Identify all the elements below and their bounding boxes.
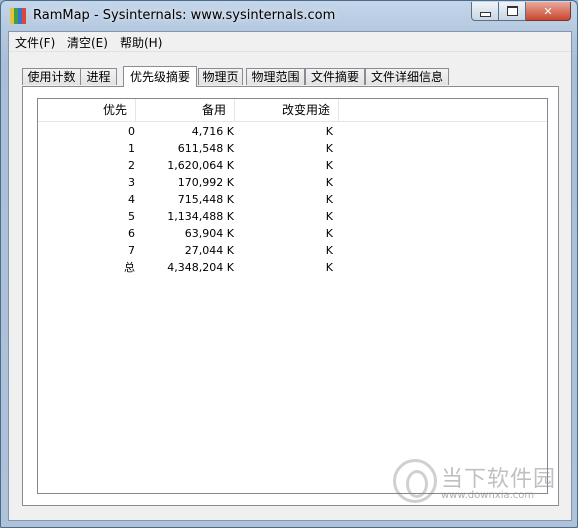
priority-cell: 6 [128, 227, 135, 240]
standby-cell: 1,620,064 K [167, 159, 234, 172]
rammap-app-icon [10, 8, 26, 24]
priority-cell: 1 [128, 142, 135, 155]
minimize-button[interactable] [471, 2, 499, 21]
tab-physical-ranges[interactable]: 物理范围 [246, 68, 305, 85]
standby-cell: 27,044 K [184, 244, 234, 257]
table-row[interactable]: 3 170,992 K K [38, 174, 547, 191]
priority-cell: 3 [128, 176, 135, 189]
menu-help[interactable]: 帮助(H) [120, 34, 162, 51]
standby-cell: 63,904 K [184, 227, 234, 240]
priority-cell: 0 [128, 125, 135, 138]
window-title: RamMap - Sysinternals: www.sysinternals.… [33, 8, 336, 23]
table-row[interactable]: 5 1,134,488 K K [38, 208, 547, 225]
priority-list[interactable]: 优先 备用 改变用途 0 4,716 K K 1 611,548 K K 2 1… [37, 98, 548, 494]
priority-summary-panel: 优先 备用 改变用途 0 4,716 K K 1 611,548 K K 2 1… [22, 86, 559, 506]
list-header: 优先 备用 改变用途 [38, 99, 547, 122]
client-area: 文件(F) 清空(E) 帮助(H) 使用计数 进程 优先级摘要 物理页 物理范围… [8, 31, 572, 521]
minimize-icon [479, 11, 491, 17]
repurposed-cell: K [325, 176, 333, 189]
repurposed-cell: K [325, 227, 333, 240]
standby-cell: 611,548 K [177, 142, 234, 155]
tab-priority-summary[interactable]: 优先级摘要 [123, 66, 197, 87]
app-window: RamMap - Sysinternals: www.sysinternals.… [0, 0, 578, 528]
repurposed-cell: K [325, 159, 333, 172]
tab-processes[interactable]: 进程 [80, 68, 117, 85]
priority-cell: 2 [128, 159, 135, 172]
priority-cell: 4 [128, 193, 135, 206]
menu-file[interactable]: 文件(F) [15, 34, 55, 51]
menu-clear[interactable]: 清空(E) [67, 34, 108, 51]
repurposed-cell: K [325, 125, 333, 138]
table-row[interactable]: 4 715,448 K K [38, 191, 547, 208]
table-row[interactable]: 7 27,044 K K [38, 242, 547, 259]
repurposed-cell: K [325, 142, 333, 155]
repurposed-cell: K [325, 193, 333, 206]
column-header-repurposed[interactable]: 改变用途 [234, 99, 338, 121]
priority-cell: 5 [128, 210, 135, 223]
table-row[interactable]: 0 4,716 K K [38, 123, 547, 140]
table-row-total[interactable]: 总 4,348,204 K K [38, 259, 547, 276]
tab-physical-pages[interactable]: 物理页 [198, 68, 243, 85]
title-bar[interactable]: RamMap - Sysinternals: www.sysinternals.… [1, 1, 577, 31]
close-icon: ✕ [543, 4, 553, 18]
column-header-priority[interactable]: 优先 [38, 99, 135, 121]
standby-cell: 4,348,204 K [167, 261, 234, 274]
priority-cell: 总 [124, 261, 135, 274]
standby-cell: 4,716 K [191, 125, 234, 138]
menu-bar: 文件(F) 清空(E) 帮助(H) [9, 32, 571, 52]
repurposed-cell: K [325, 244, 333, 257]
maximize-button[interactable] [499, 2, 526, 21]
table-row[interactable]: 1 611,548 K K [38, 140, 547, 157]
table-row[interactable]: 2 1,620,064 K K [38, 157, 547, 174]
standby-cell: 170,992 K [177, 176, 234, 189]
column-header-standby[interactable]: 备用 [135, 99, 234, 121]
repurposed-cell: K [325, 210, 333, 223]
tab-file-details[interactable]: 文件详细信息 [365, 68, 449, 85]
maximize-icon [506, 6, 518, 16]
tab-file-summary[interactable]: 文件摘要 [305, 68, 365, 85]
standby-cell: 715,448 K [177, 193, 234, 206]
standby-cell: 1,134,488 K [167, 210, 234, 223]
table-row[interactable]: 6 63,904 K K [38, 225, 547, 242]
tab-use-counts[interactable]: 使用计数 [22, 68, 81, 85]
priority-cell: 7 [128, 244, 135, 257]
repurposed-cell: K [325, 261, 333, 274]
column-divider[interactable] [338, 99, 339, 121]
close-button[interactable]: ✕ [526, 2, 571, 21]
